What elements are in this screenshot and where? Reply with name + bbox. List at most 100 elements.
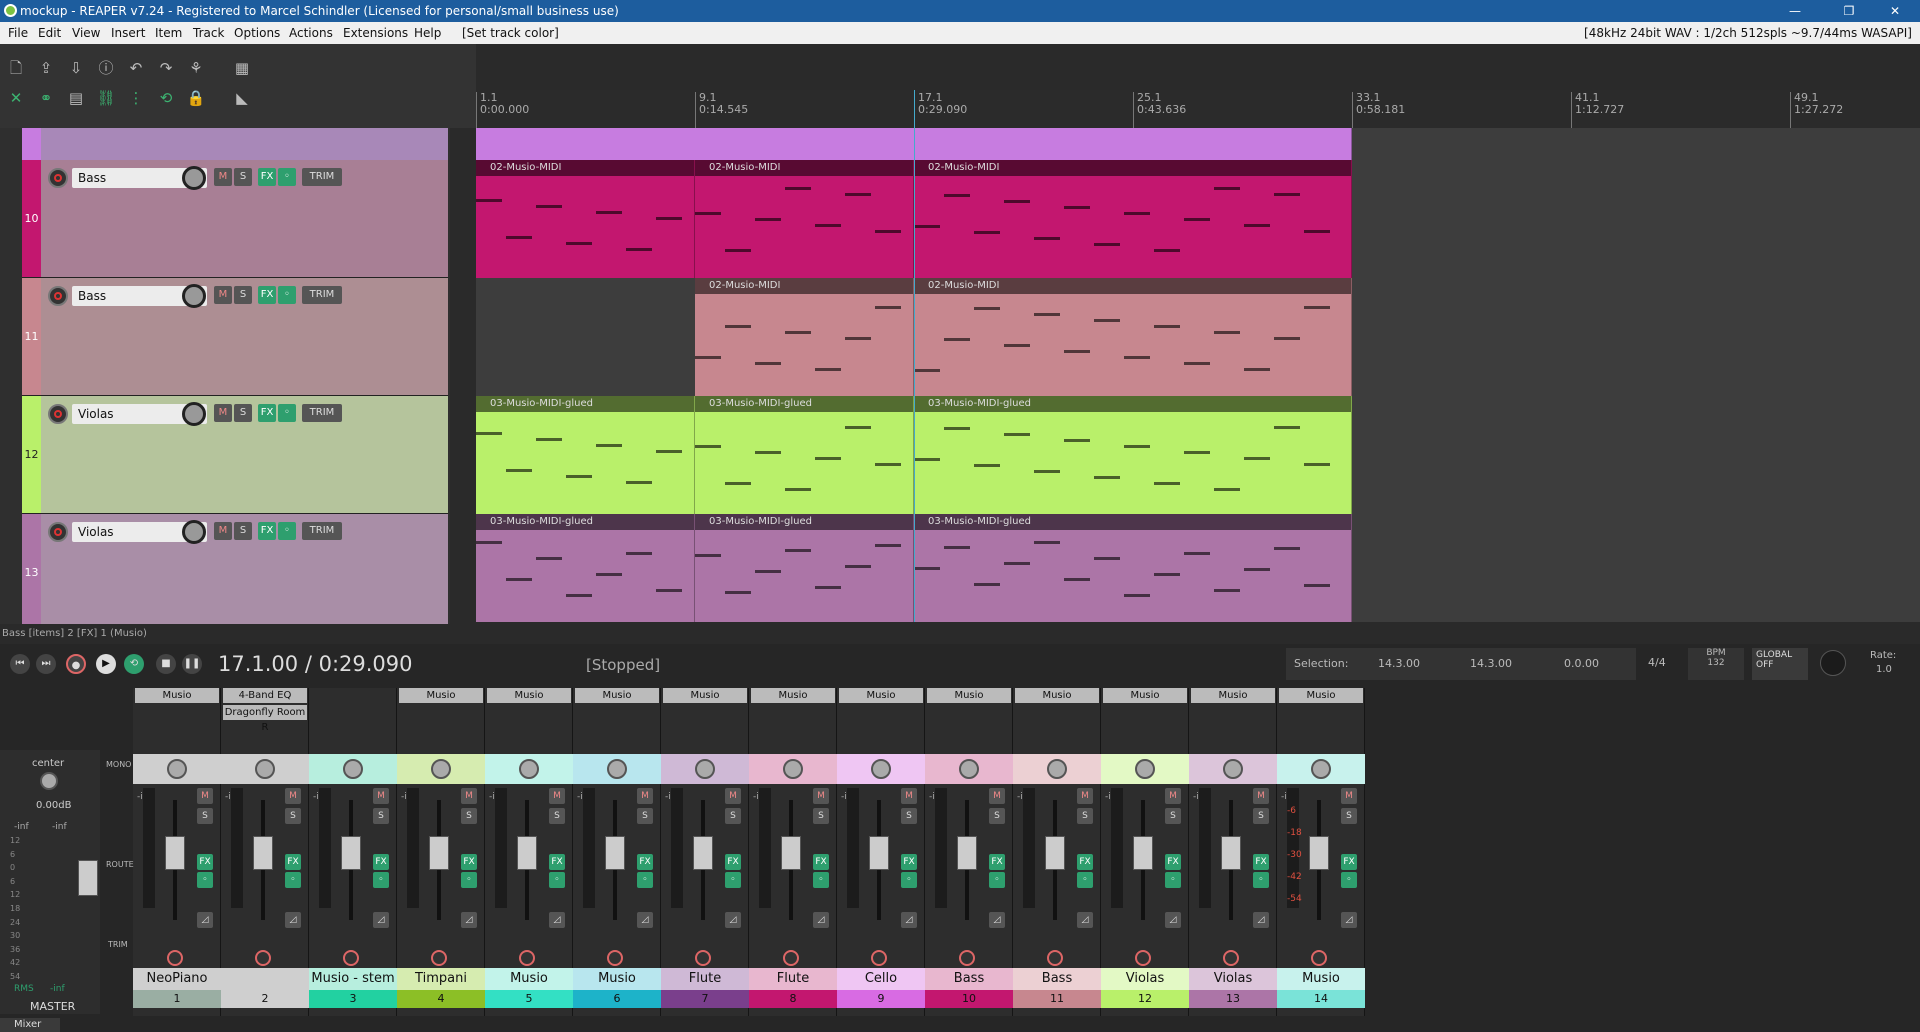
fx-bypass-button[interactable]: ◦ bbox=[278, 168, 296, 186]
channel-name[interactable]: Violas bbox=[1189, 968, 1277, 990]
master-fader[interactable] bbox=[78, 860, 98, 896]
menu-actions[interactable]: Actions bbox=[289, 26, 333, 40]
fx-button[interactable]: FX bbox=[258, 286, 276, 304]
solo-button[interactable]: S bbox=[234, 522, 252, 540]
record-arm-button[interactable] bbox=[48, 286, 68, 306]
save-project-icon[interactable]: ⇩ bbox=[66, 58, 86, 78]
mute-button[interactable]: M bbox=[901, 788, 917, 804]
rate-value[interactable]: 1.0 bbox=[1876, 664, 1892, 675]
volume-fader[interactable] bbox=[781, 836, 801, 870]
record-arm-button[interactable] bbox=[48, 404, 68, 424]
fx-button[interactable]: FX bbox=[1165, 854, 1181, 870]
fx-slot[interactable]: Musio bbox=[839, 688, 923, 703]
solo-button[interactable]: S bbox=[1165, 808, 1181, 824]
record-arm-button[interactable] bbox=[255, 950, 271, 966]
pan-knob[interactable] bbox=[783, 759, 803, 779]
volume-fader[interactable] bbox=[1309, 836, 1329, 870]
record-arm-button[interactable] bbox=[343, 950, 359, 966]
fx-bypass-button[interactable]: ◦ bbox=[278, 286, 296, 304]
selection-panel[interactable]: Selection: 14.3.00 14.3.00 0.0.00 bbox=[1286, 648, 1636, 680]
record-arm-button[interactable] bbox=[1311, 950, 1327, 966]
route-button[interactable]: ROUTE bbox=[106, 860, 134, 869]
go-to-end-icon[interactable]: ⏭ bbox=[36, 654, 56, 674]
metronome-icon[interactable]: ⚘ bbox=[186, 58, 206, 78]
pan-knob[interactable] bbox=[519, 759, 539, 779]
automation-icon[interactable]: ◿ bbox=[1253, 912, 1269, 928]
automation-icon[interactable]: ◿ bbox=[549, 912, 565, 928]
mute-button[interactable]: M bbox=[1077, 788, 1093, 804]
fx-bypass-button[interactable]: ◦ bbox=[1077, 872, 1093, 888]
channel-name[interactable]: Flute bbox=[661, 968, 749, 990]
ruler-marker[interactable]: 41.1 1:12.727 bbox=[1571, 92, 1624, 128]
selection-end[interactable]: 14.3.00 bbox=[1470, 657, 1512, 670]
pause-icon[interactable]: ❚❚ bbox=[182, 654, 202, 674]
mixer-channel[interactable]: Musio-infMSFX◦◿Musio6 bbox=[573, 688, 661, 1016]
mixer-channel[interactable]: Musio-infMSFX◦◿Violas13 bbox=[1189, 688, 1277, 1016]
fx-button[interactable]: FX bbox=[258, 168, 276, 186]
fx-button[interactable]: FX bbox=[1341, 854, 1357, 870]
selection-start[interactable]: 14.3.00 bbox=[1378, 657, 1420, 670]
fx-slot[interactable]: Musio bbox=[751, 688, 835, 703]
fx-slot[interactable]: Musio bbox=[1191, 688, 1275, 703]
master-trim-button[interactable]: TRIM bbox=[108, 940, 128, 949]
automation-icon[interactable]: ◿ bbox=[637, 912, 653, 928]
automation-icon[interactable]: ◿ bbox=[989, 912, 1005, 928]
automation-icon[interactable]: ◿ bbox=[197, 912, 213, 928]
record-icon[interactable]: ● bbox=[66, 654, 86, 674]
midi-item[interactable]: 03-Musio-MIDI-glued bbox=[914, 514, 1352, 622]
mute-button[interactable]: M bbox=[725, 788, 741, 804]
ripple-edit-icon[interactable]: ▤ bbox=[66, 88, 86, 108]
close-button[interactable]: ✕ bbox=[1872, 0, 1918, 22]
midi-item[interactable]: 03-Musio-MIDI-glued bbox=[695, 396, 914, 514]
mute-button[interactable]: M bbox=[373, 788, 389, 804]
fx-bypass-button[interactable]: ◦ bbox=[461, 872, 477, 888]
midi-item[interactable]: 03-Musio-MIDI-glued bbox=[476, 514, 695, 622]
mute-button[interactable]: M bbox=[1341, 788, 1357, 804]
mixer-channel[interactable]: Musio-infMSFX◦◿NeoPiano1 bbox=[133, 688, 221, 1016]
solo-button[interactable]: S bbox=[725, 808, 741, 824]
fx-slot[interactable]: Musio bbox=[663, 688, 747, 703]
track-13[interactable]: 13 Violas M S FX ◦ TRIM bbox=[22, 514, 448, 624]
ruler-marker[interactable]: 17.1 0:29.090 bbox=[914, 92, 967, 128]
midi-item[interactable]: 02-Musio-MIDI bbox=[476, 160, 695, 278]
channel-name[interactable]: Musio bbox=[485, 968, 573, 990]
mixer-channel[interactable]: Musio-infMSFX◦◿Violas12 bbox=[1101, 688, 1189, 1016]
mute-button[interactable]: M bbox=[549, 788, 565, 804]
audio-device-status[interactable]: [48kHz 24bit WAV : 1/2ch 512spls ~9.7/44… bbox=[1584, 26, 1912, 40]
track-11[interactable]: 11 Bass M S FX ◦ TRIM bbox=[22, 278, 448, 396]
fx-bypass-button[interactable]: ◦ bbox=[1253, 872, 1269, 888]
fx-slot[interactable]: Musio bbox=[1279, 688, 1363, 703]
mixer-channel[interactable]: Musio-infMSFX◦◿Bass11 bbox=[1013, 688, 1101, 1016]
solo-button[interactable]: S bbox=[637, 808, 653, 824]
marquee-select-icon[interactable]: ▦ bbox=[232, 58, 252, 78]
automation-trim-button[interactable]: TRIM bbox=[302, 168, 342, 186]
mute-button[interactable]: M bbox=[197, 788, 213, 804]
channel-name[interactable]: Timpani bbox=[397, 968, 485, 990]
menu-track[interactable]: Track bbox=[193, 26, 224, 40]
ruler-marker[interactable]: 9.1 0:14.545 bbox=[695, 92, 748, 128]
solo-button[interactable]: S bbox=[549, 808, 565, 824]
fx-bypass-button[interactable]: ◦ bbox=[1165, 872, 1181, 888]
mute-button[interactable]: M bbox=[461, 788, 477, 804]
selection-length[interactable]: 0.0.00 bbox=[1564, 657, 1599, 670]
volume-fader[interactable] bbox=[253, 836, 273, 870]
edit-cursor[interactable] bbox=[914, 90, 915, 622]
mixer-channel[interactable]: 4-Band EQDragonfly Room R-infMSFX◦◿2 bbox=[221, 688, 309, 1016]
record-arm-button[interactable] bbox=[1135, 950, 1151, 966]
midi-item[interactable]: 02-Musio-MIDI bbox=[914, 160, 1352, 278]
pan-knob[interactable] bbox=[1135, 759, 1155, 779]
folder-track-row[interactable] bbox=[22, 128, 448, 160]
automation-icon[interactable]: ◿ bbox=[461, 912, 477, 928]
mixer-channel[interactable]: Musio-infMSFX◦◿Cello9 bbox=[837, 688, 925, 1016]
fx-button[interactable]: FX bbox=[1253, 854, 1269, 870]
solo-button[interactable]: S bbox=[234, 286, 252, 304]
master-pan-knob[interactable] bbox=[40, 772, 58, 790]
solo-button[interactable]: S bbox=[1341, 808, 1357, 824]
channel-name[interactable]: Cello bbox=[837, 968, 925, 990]
mute-button[interactable]: M bbox=[285, 788, 301, 804]
solo-button[interactable]: S bbox=[373, 808, 389, 824]
channel-name[interactable]: Bass bbox=[1013, 968, 1101, 990]
fx-button[interactable]: FX bbox=[373, 854, 389, 870]
automation-icon[interactable]: ◿ bbox=[285, 912, 301, 928]
record-arm-button[interactable] bbox=[48, 522, 68, 542]
